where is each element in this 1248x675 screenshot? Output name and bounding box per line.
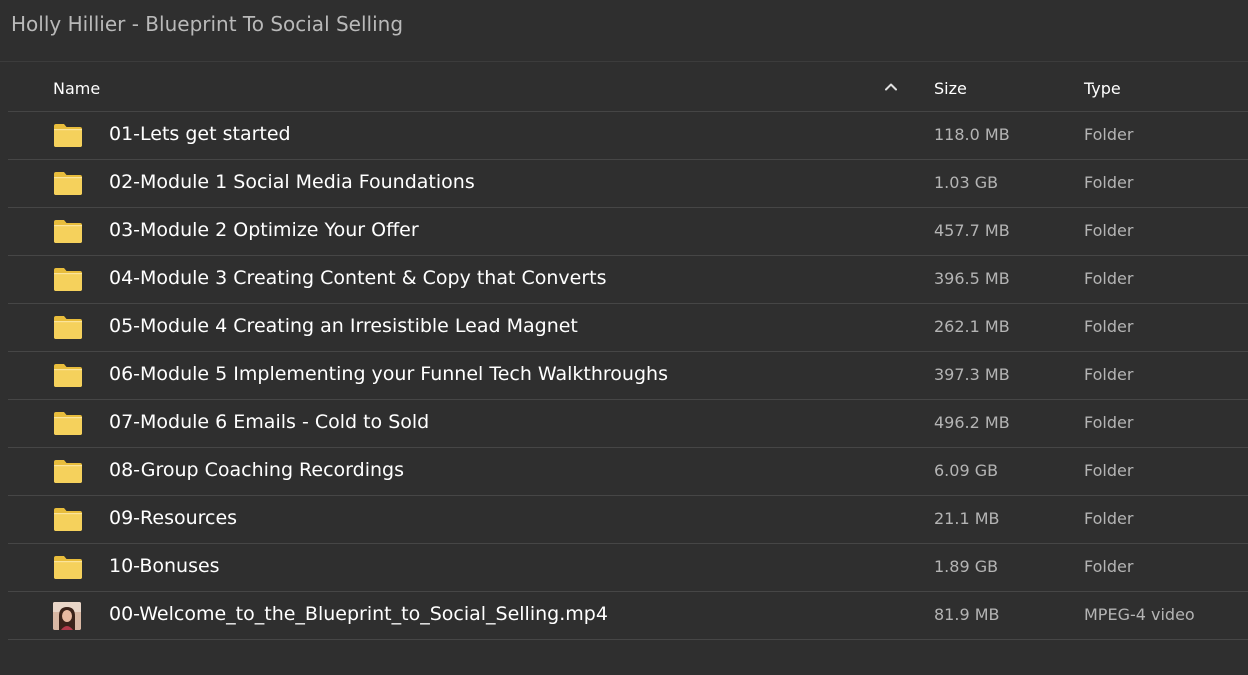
file-row[interactable]: 05-Module 4 Creating an Irresistible Lea… — [8, 304, 1248, 352]
file-row[interactable]: 00-Welcome_to_the_Blueprint_to_Social_Se… — [8, 592, 1248, 640]
file-type: Folder — [1084, 413, 1134, 432]
file-list: 01-Lets get started 118.0 MB Folder 02-Modu… — [8, 112, 1248, 640]
video-thumbnail-icon — [53, 602, 81, 630]
folder-icon — [53, 410, 83, 436]
file-row[interactable]: 02-Module 1 Social Media Foundations 1.03… — [8, 160, 1248, 208]
column-header-type[interactable]: Type — [1084, 79, 1121, 98]
file-name: 09-Resources — [109, 507, 238, 529]
file-row[interactable]: 10-Bonuses 1.89 GB Folder — [8, 544, 1248, 592]
folder-icon — [53, 506, 83, 532]
folder-icon — [53, 122, 83, 148]
file-size: 118.0 MB — [934, 125, 1010, 144]
title-bar: Holly Hillier - Blueprint To Social Sell… — [0, 0, 1248, 62]
folder-icon — [53, 458, 83, 484]
file-size: 396.5 MB — [934, 269, 1010, 288]
file-type: Folder — [1084, 365, 1134, 384]
file-size: 457.7 MB — [934, 221, 1010, 240]
file-row[interactable]: 09-Resources 21.1 MB Folder — [8, 496, 1248, 544]
file-name: 01-Lets get started — [109, 123, 291, 145]
chevron-up-icon[interactable] — [882, 78, 900, 96]
file-name: 04-Module 3 Creating Content & Copy that… — [109, 267, 607, 289]
folder-icon — [53, 362, 83, 388]
file-row[interactable]: 01-Lets get started 118.0 MB Folder — [8, 112, 1248, 160]
file-manager-window: Holly Hillier - Blueprint To Social Sell… — [0, 0, 1248, 675]
file-row[interactable]: 04-Module 3 Creating Content & Copy that… — [8, 256, 1248, 304]
file-size: 6.09 GB — [934, 461, 999, 480]
column-header-size[interactable]: Size — [934, 79, 967, 98]
file-row[interactable]: 08-Group Coaching Recordings 6.09 GB Folde… — [8, 448, 1248, 496]
file-type: Folder — [1084, 269, 1134, 288]
file-type: Folder — [1084, 317, 1134, 336]
file-name: 08-Group Coaching Recordings — [109, 459, 404, 481]
file-size: 262.1 MB — [934, 317, 1010, 336]
file-name: 10-Bonuses — [109, 555, 220, 577]
file-row[interactable]: 07-Module 6 Emails - Cold to Sold 496.2 M… — [8, 400, 1248, 448]
file-row[interactable]: 06-Module 5 Implementing your Funnel Tec… — [8, 352, 1248, 400]
folder-icon — [53, 314, 83, 340]
file-name: 03-Module 2 Optimize Your Offer — [109, 219, 419, 241]
file-size: 21.1 MB — [934, 509, 1000, 528]
file-name: 07-Module 6 Emails - Cold to Sold — [109, 411, 430, 433]
column-header-name[interactable]: Name — [53, 79, 100, 98]
folder-icon — [53, 218, 83, 244]
window-title: Holly Hillier - Blueprint To Social Sell… — [11, 12, 404, 36]
file-size: 496.2 MB — [934, 413, 1010, 432]
file-size: 1.89 GB — [934, 557, 999, 576]
file-type: Folder — [1084, 557, 1134, 576]
file-name: 00-Welcome_to_the_Blueprint_to_Social_Se… — [109, 603, 608, 625]
file-name: 02-Module 1 Social Media Foundations — [109, 171, 475, 193]
folder-icon — [53, 554, 83, 580]
file-type: Folder — [1084, 509, 1134, 528]
file-size: 397.3 MB — [934, 365, 1010, 384]
file-size: 1.03 GB — [934, 173, 999, 192]
file-type: Folder — [1084, 461, 1134, 480]
file-type: MPEG-4 video — [1084, 605, 1195, 624]
file-name: 06-Module 5 Implementing your Funnel Tec… — [109, 363, 668, 385]
file-type: Folder — [1084, 125, 1134, 144]
folder-icon — [53, 170, 83, 196]
file-size: 81.9 MB — [934, 605, 1000, 624]
column-header-row: Name Size Type — [8, 64, 1248, 112]
file-type: Folder — [1084, 221, 1134, 240]
file-row[interactable]: 03-Module 2 Optimize Your Offer 457.7 MB F… — [8, 208, 1248, 256]
file-name: 05-Module 4 Creating an Irresistible Lea… — [109, 315, 578, 337]
folder-icon — [53, 266, 83, 292]
file-type: Folder — [1084, 173, 1134, 192]
